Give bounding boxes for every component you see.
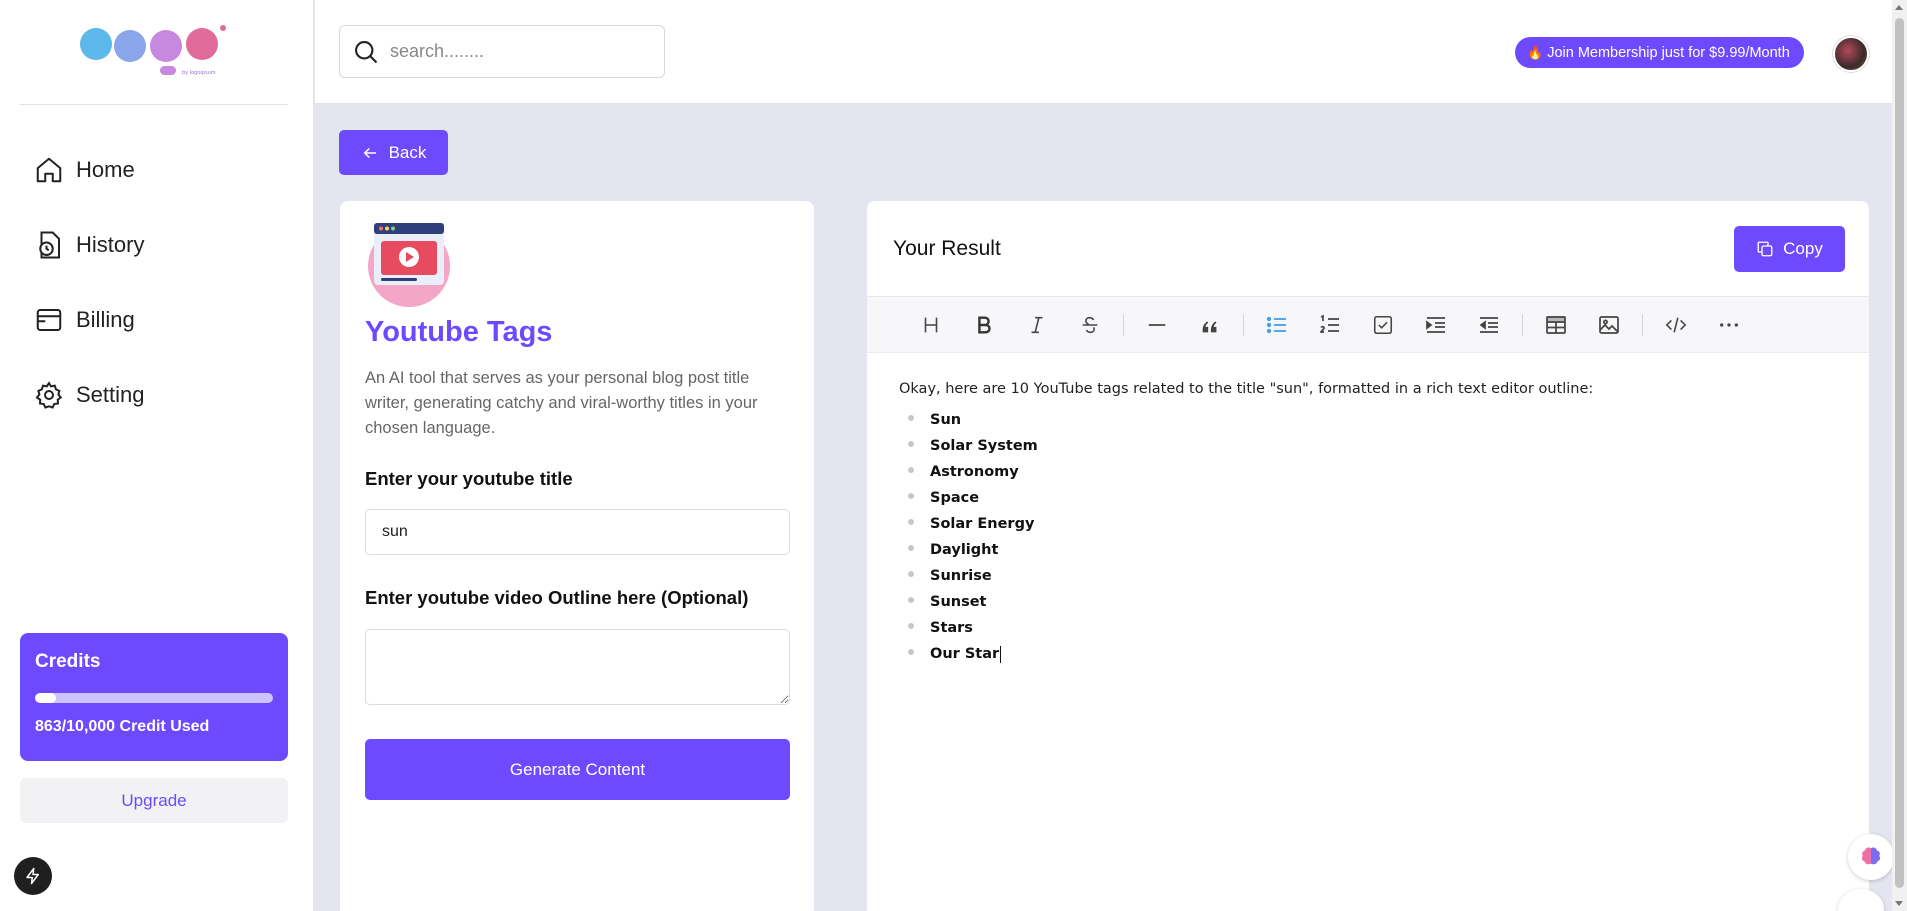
search-input[interactable] [390,41,650,62]
back-button[interactable]: Back [339,130,448,175]
list-item: Space [899,485,1837,511]
home-icon [36,157,62,183]
list-item: Solar System [899,433,1837,459]
gear-icon [35,381,63,409]
list-item: Sun [899,407,1837,433]
youtube-tool-icon [368,223,450,307]
credits-progress-bar [35,693,273,703]
sidebar-item-label: Setting [76,382,145,407]
list-item: Our Star [899,641,1837,667]
title-field-label: Enter your youtube title [365,468,573,489]
scroll-thumb[interactable] [1895,18,1904,888]
toolbar-divider [1642,313,1643,336]
sidebar-item-setting[interactable]: Setting [34,377,145,413]
sidebar-nav: Home History Billing Setting [34,152,145,452]
copy-button[interactable]: Copy [1734,226,1845,272]
more-icon[interactable] [1709,305,1749,345]
text-caret [1000,645,1002,663]
list-item: Sunrise [899,563,1837,589]
indent-icon[interactable] [1416,305,1456,345]
bolt-icon[interactable] [14,857,52,895]
logo-sub: by logoipsum [182,70,216,76]
scroll-up-arrow[interactable] [1895,5,1903,10]
search-icon [355,40,378,63]
bold-icon[interactable] [964,305,1004,345]
result-intro: Okay, here are 10 YouTube tags related t… [899,381,1594,397]
result-header: Your Result Copy [867,201,1869,297]
table-icon[interactable] [1536,305,1576,345]
search-box[interactable] [339,25,665,78]
outdent-icon[interactable] [1469,305,1509,345]
tool-title: Youtube Tags [365,316,553,348]
outline-textarea[interactable] [365,629,790,705]
sidebar-divider [20,104,288,105]
billing-icon [36,309,62,331]
ordered-list-icon[interactable] [1310,305,1350,345]
outline-field-label: Enter youtube video Outline here (Option… [365,587,749,608]
credits-progress-fill [35,693,56,703]
youtube-title-input[interactable] [365,509,790,555]
heading-icon[interactable] [911,305,951,345]
list-item: Sunset [899,589,1837,615]
toolbar-divider [1522,313,1523,336]
upgrade-button[interactable]: Upgrade [20,778,288,823]
sidebar-item-billing[interactable]: Billing [34,302,145,338]
horizontal-rule-icon[interactable] [1137,305,1177,345]
avatar[interactable] [1833,36,1869,72]
credits-title: Credits [35,651,101,672]
quote-icon[interactable] [1190,305,1230,345]
list-item: Daylight [899,537,1837,563]
sidebar: by logoipsum Home History Billing Settin… [0,0,314,911]
back-label: Back [388,142,427,162]
logo[interactable]: by logoipsum [78,22,228,78]
toolbar-divider [1243,313,1244,336]
image-icon[interactable] [1589,305,1629,345]
membership-label: Join Membership just for $9.99/Month [1547,44,1790,61]
task-list-icon[interactable] [1363,305,1403,345]
membership-button[interactable]: 🔥 Join Membership just for $9.99/Month [1515,37,1804,68]
copy-label: Copy [1783,239,1823,258]
copy-icon [1757,241,1773,257]
brain-icon[interactable] [1848,834,1894,880]
bullet-list-icon[interactable] [1257,305,1297,345]
history-icon [39,231,60,259]
list-item-text: Our Star [930,646,1000,662]
result-title: Your Result [893,237,1001,260]
toolbar-divider [1123,313,1124,336]
italic-icon[interactable] [1017,305,1057,345]
generate-content-button[interactable]: Generate Content [365,739,790,800]
list-item: Solar Energy [899,511,1837,537]
sidebar-item-label: Billing [76,307,135,332]
sidebar-item-history[interactable]: History [34,227,145,263]
sidebar-item-home[interactable]: Home [34,152,145,188]
credits-used-text: 863/10,000 Credit Used [35,718,210,735]
list-item: Stars [899,615,1837,641]
fire-icon: 🔥 [1527,44,1544,60]
sidebar-item-label: History [76,232,145,257]
tool-form-card: Youtube Tags An AI tool that serves as y… [340,201,814,911]
strikethrough-icon[interactable] [1070,305,1110,345]
top-bar: 🔥 Join Membership just for $9.99/Month [315,0,1892,104]
tag-list: Sun Solar System Astronomy Space Solar E… [899,407,1837,667]
credits-card: Credits 863/10,000 Credit Used [20,633,288,761]
code-icon[interactable] [1656,305,1696,345]
result-card: Your Result Copy Okay, here are 10 YouTu… [867,201,1869,911]
editor-toolbar [867,297,1869,353]
page-scrollbar[interactable] [1892,0,1907,911]
rich-text-editor[interactable]: Okay, here are 10 YouTube tags related t… [867,353,1869,695]
list-item: Astronomy [899,459,1837,485]
scroll-down-arrow[interactable] [1895,901,1903,906]
arrow-left-icon [363,147,376,158]
tool-description: An AI tool that serves as your personal … [365,369,758,437]
sidebar-item-label: Home [76,157,135,182]
